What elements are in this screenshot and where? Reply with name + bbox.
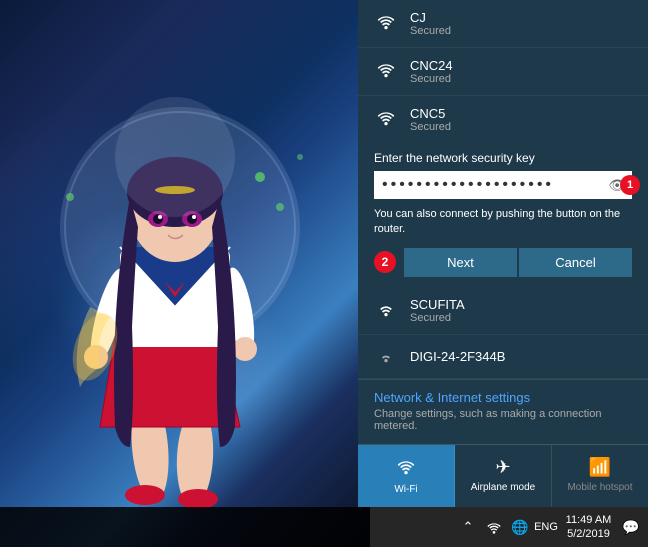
wifi-quick-icon <box>396 457 416 480</box>
taskbar-network-icon[interactable] <box>483 516 505 538</box>
network-cnc24-name: CNC24 <box>410 58 453 73</box>
cancel-button[interactable]: Cancel <box>519 248 632 277</box>
wifi-signal-icon-digi <box>374 345 398 368</box>
wifi-signal-icon-scufita <box>374 299 398 322</box>
wifi-panel: CJ Secured CNC24 Secured <box>358 0 648 507</box>
security-key-label: Enter the network security key <box>374 151 632 165</box>
network-cj-info: CJ Secured <box>410 10 451 37</box>
network-digi-name: DIGI-24-2F344B <box>410 349 505 364</box>
network-cnc5-section: CNC5 Secured Enter the network security … <box>358 96 648 287</box>
airplane-quick-label: Airplane mode <box>471 482 535 493</box>
taskbar-language[interactable]: ENG <box>535 516 557 538</box>
security-key-section: Enter the network security key 👁 1 You c… <box>358 143 648 287</box>
network-cj-status: Secured <box>410 25 451 37</box>
network-scufita-info: SCUFITA Secured <box>410 297 465 324</box>
password-input-row: 👁 <box>374 171 632 199</box>
network-scufita-status: Secured <box>410 312 465 324</box>
network-cnc5-name: CNC5 <box>410 106 451 121</box>
language-label: ENG <box>534 521 558 533</box>
network-cnc24-info: CNC24 Secured <box>410 58 453 85</box>
network-cnc5-info: CNC5 Secured <box>410 106 451 133</box>
network-cnc5-status: Secured <box>410 121 451 133</box>
taskbar-clock[interactable]: 11:49 AM 5/2/2019 <box>561 513 616 542</box>
network-digi-info: DIGI-24-2F344B <box>410 349 505 364</box>
quick-action-mobile[interactable]: 📶 Mobile hotspot <box>552 445 648 507</box>
password-input[interactable] <box>374 171 602 199</box>
network-cnc24-status: Secured <box>410 73 453 85</box>
network-cj-name: CJ <box>410 10 451 25</box>
chevron-up-icon: ⌃ <box>463 519 474 535</box>
character-artwork <box>20 27 340 517</box>
taskbar-time: 11:49 AM <box>566 513 612 527</box>
quick-action-wifi[interactable]: Wi-Fi <box>358 445 455 507</box>
network-scufita-name: SCUFITA <box>410 297 465 312</box>
badge-1: 1 <box>620 175 640 195</box>
action-buttons-row: 2 Next Cancel <box>374 248 632 277</box>
network-settings-description: Change settings, such as making a connec… <box>374 408 632 432</box>
mobile-quick-label: Mobile hotspot <box>567 482 632 493</box>
network-cnc24[interactable]: CNC24 Secured <box>358 48 648 96</box>
network-scufita[interactable]: SCUFITA Secured <box>358 287 648 335</box>
wifi-signal-icon-cj <box>374 12 398 35</box>
wifi-quick-label: Wi-Fi <box>394 484 417 495</box>
mobile-quick-icon: 📶 <box>589 457 611 478</box>
network-cnc5-header[interactable]: CNC5 Secured <box>358 96 648 143</box>
hidden-icons-button[interactable]: ⌃ <box>457 516 479 538</box>
network-cj[interactable]: CJ Secured <box>358 0 648 48</box>
network-settings-section: Network & Internet settings Change setti… <box>358 379 648 442</box>
quick-action-airplane[interactable]: ✈ Airplane mode <box>455 445 552 507</box>
quick-actions: Wi-Fi ✈ Airplane mode 📶 Mobile hotspot <box>358 444 648 507</box>
network-digi[interactable]: DIGI-24-2F344B <box>358 335 648 379</box>
network-settings-title[interactable]: Network & Internet settings <box>374 390 632 405</box>
airplane-quick-icon: ✈ <box>495 457 510 478</box>
taskbar-notification-icon[interactable]: 💬 <box>620 516 642 538</box>
taskbar-globe-icon[interactable]: 🌐 <box>509 516 531 538</box>
taskbar-date: 5/2/2019 <box>567 527 610 541</box>
next-button[interactable]: Next <box>404 248 517 277</box>
taskbar-right: ⌃ 🌐 ENG 11:49 AM 5/2/2019 💬 <box>457 513 642 542</box>
globe-icon: 🌐 <box>511 519 528 536</box>
push-button-text: You can also connect by pushing the butt… <box>374 207 632 238</box>
notification-icon: 💬 <box>622 519 639 536</box>
taskbar: ⌃ 🌐 ENG 11:49 AM 5/2/2019 💬 <box>0 507 648 547</box>
wallpaper <box>0 0 370 547</box>
badge-2: 2 <box>374 251 396 273</box>
wifi-signal-icon-cnc24 <box>374 60 398 83</box>
wifi-signal-icon-cnc5 <box>374 108 398 131</box>
